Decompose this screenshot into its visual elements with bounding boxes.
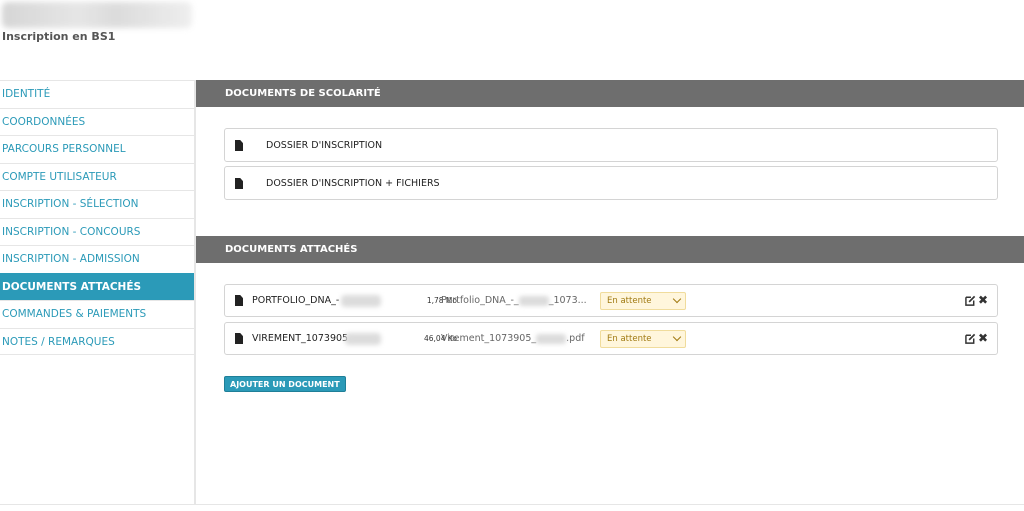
status-select[interactable]: En attente: [600, 292, 686, 310]
attached-row: PORTFOLIO_DNA_- 1,78 Mo Portfolio_DNA_-_…: [224, 284, 998, 317]
sidebar-item-inscription-admission[interactable]: INSCRIPTION - ADMISSION: [0, 245, 194, 273]
original-name-suffix: .pdf: [566, 333, 585, 344]
page-header: Inscription en BS1: [0, 0, 1024, 80]
status-select[interactable]: En attente: [600, 330, 686, 348]
sidebar: IDENTITÉ COORDONNÉES PARCOURS PERSONNEL …: [0, 80, 196, 505]
redacted-text: [518, 295, 549, 306]
section-title-scolarite: DOCUMENTS DE SCOLARITÉ: [196, 80, 1024, 107]
original-name-prefix: Portfolio_DNA_-_: [441, 295, 519, 306]
attached-original-name[interactable]: Portfolio_DNA_-_ _1073...: [441, 285, 587, 317]
status-value: En attente: [607, 334, 652, 344]
sidebar-item-notes-remarques[interactable]: NOTES / REMARQUES: [0, 327, 194, 355]
sidebar-item-commandes-paiements[interactable]: COMMANDES & PAIEMENTS: [0, 300, 194, 328]
file-icon: [235, 140, 243, 151]
original-name-suffix: _1073...: [548, 295, 587, 306]
edit-icon[interactable]: [965, 333, 976, 344]
doc-dossier-inscription[interactable]: DOSSIER D'INSCRIPTION: [224, 128, 998, 162]
attached-name: PORTFOLIO_DNA_-: [252, 295, 340, 306]
file-icon: [235, 295, 243, 306]
chevron-down-icon: [672, 294, 682, 304]
sidebar-item-parcours-personnel[interactable]: PARCOURS PERSONNEL: [0, 135, 194, 163]
doc-label: DOSSIER D'INSCRIPTION + FICHIERS: [266, 178, 440, 189]
divider: [0, 504, 1024, 505]
attached-row: VIREMENT_1073905 46,04 Ko Virement_10739…: [224, 322, 998, 355]
sidebar-item-documents-attaches[interactable]: DOCUMENTS ATTACHÉS: [0, 272, 194, 300]
close-icon[interactable]: ✖: [978, 331, 990, 345]
status-value: En attente: [607, 296, 652, 306]
file-icon: [235, 333, 243, 344]
doc-dossier-inscription-fichiers[interactable]: DOSSIER D'INSCRIPTION + FICHIERS: [224, 166, 998, 200]
sidebar-item-identite[interactable]: IDENTITÉ: [0, 80, 194, 108]
section-title-attaches: DOCUMENTS ATTACHÉS: [196, 236, 1024, 263]
edit-icon[interactable]: [965, 295, 976, 306]
sidebar-item-coordonnees[interactable]: COORDONNÉES: [0, 107, 194, 136]
page-subtitle: Inscription en BS1: [2, 30, 116, 43]
redacted-text: [341, 295, 381, 307]
redacted-text: [536, 333, 567, 344]
attached-original-name[interactable]: Virement_1073905_ .pdf: [441, 323, 585, 355]
original-name-prefix: Virement_1073905_: [441, 333, 537, 344]
attached-name: VIREMENT_1073905: [252, 333, 349, 344]
close-icon[interactable]: ✖: [978, 293, 990, 307]
add-document-button[interactable]: AJOUTER UN DOCUMENT: [224, 376, 346, 392]
sidebar-item-inscription-selection[interactable]: INSCRIPTION - SÉLECTION: [0, 190, 194, 218]
user-name-redacted: [2, 2, 192, 28]
chevron-down-icon: [672, 332, 682, 342]
sidebar-item-inscription-concours[interactable]: INSCRIPTION - CONCOURS: [0, 217, 194, 246]
redacted-text: [345, 333, 381, 345]
file-icon: [235, 178, 243, 189]
doc-label: DOSSIER D'INSCRIPTION: [266, 140, 383, 151]
main-content: DOCUMENTS DE SCOLARITÉ DOSSIER D'INSCRIP…: [196, 80, 1024, 504]
sidebar-item-compte-utilisateur[interactable]: COMPTE UTILISATEUR: [0, 162, 194, 191]
